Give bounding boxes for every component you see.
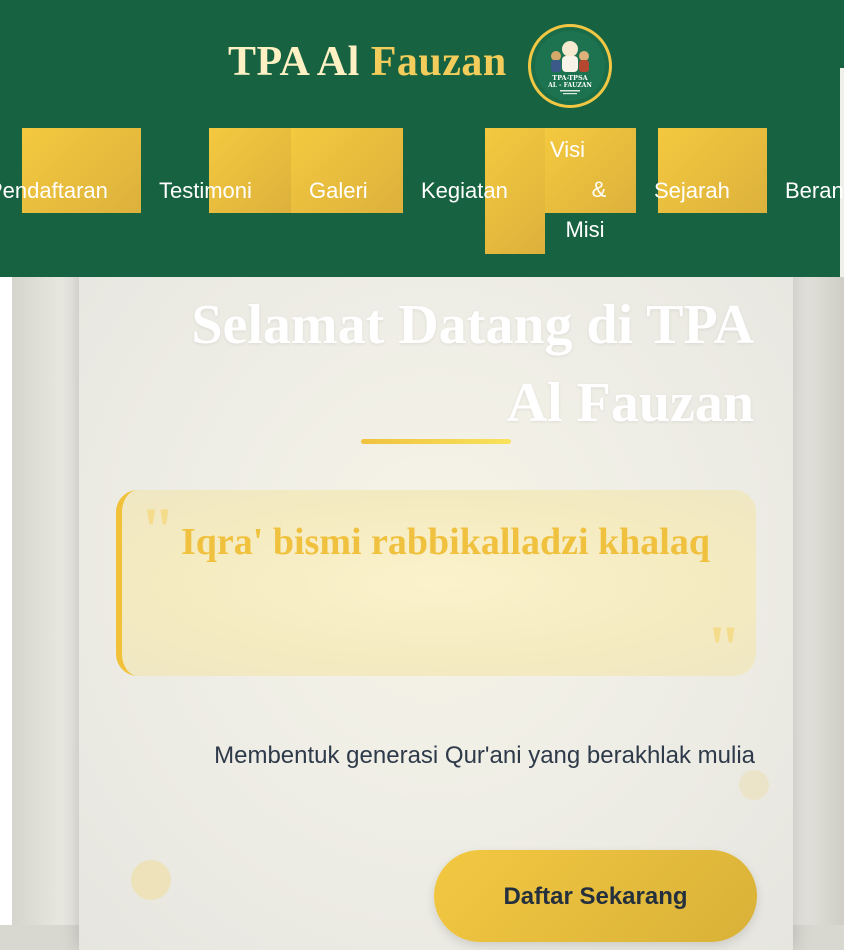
nav-visi-line3: Misi: [565, 217, 605, 242]
nav-link-kegiatan[interactable]: Kegiatan: [421, 180, 508, 202]
nav-visi-line1: Visi: [550, 137, 586, 162]
quote-box: " Iqra' bismi rabbikalladzi khalaq ": [116, 490, 756, 680]
nav-visi-line2: &: [591, 177, 607, 202]
quote-text: Iqra' bismi rabbikalladzi khalaq: [181, 521, 710, 563]
nav-link-visi-misi[interactable]: Visi & Misi: [545, 130, 625, 250]
close-quote-icon: ": [706, 612, 742, 683]
nav-link-beranda[interactable]: Beranda: [785, 180, 844, 202]
decor-dot: [131, 860, 171, 900]
logo-emblem-icon: TPA-TPSA AL - FAUZAN: [535, 31, 605, 101]
site-title-part2: Fauzan: [370, 39, 507, 85]
hero-title: Selamat Datang di TPA Al Fauzan: [191, 294, 754, 434]
nav-link-galeri[interactable]: Galeri: [309, 180, 368, 202]
decor-dot: [739, 770, 769, 800]
site-title[interactable]: TPA Al Fauzan: [228, 38, 507, 86]
site-logo[interactable]: TPA-TPSA AL - FAUZAN: [528, 24, 612, 108]
nav-link-pendaftaran[interactable]: Pendaftaran: [0, 180, 108, 202]
nav-link-sejarah[interactable]: Sejarah: [654, 180, 730, 202]
logo-text-mid: AL - FAUZAN: [547, 82, 592, 89]
site-header: TPA Al Fauzan TPA-TPSA AL - FAUZAN Penda…: [0, 0, 844, 277]
logo-text-top: TPA-TPSA: [552, 74, 588, 82]
title-divider: [361, 439, 511, 444]
site-title-part1: TPA Al: [228, 39, 371, 85]
hero-tagline: Membentuk generasi Qur'ani yang berakhla…: [214, 742, 755, 769]
nav-link-testimoni[interactable]: Testimoni: [159, 180, 252, 202]
daftar-sekarang-button[interactable]: Daftar Sekarang: [434, 850, 757, 942]
cta-label: Daftar Sekarang: [503, 883, 688, 910]
header-edge: [840, 68, 844, 277]
